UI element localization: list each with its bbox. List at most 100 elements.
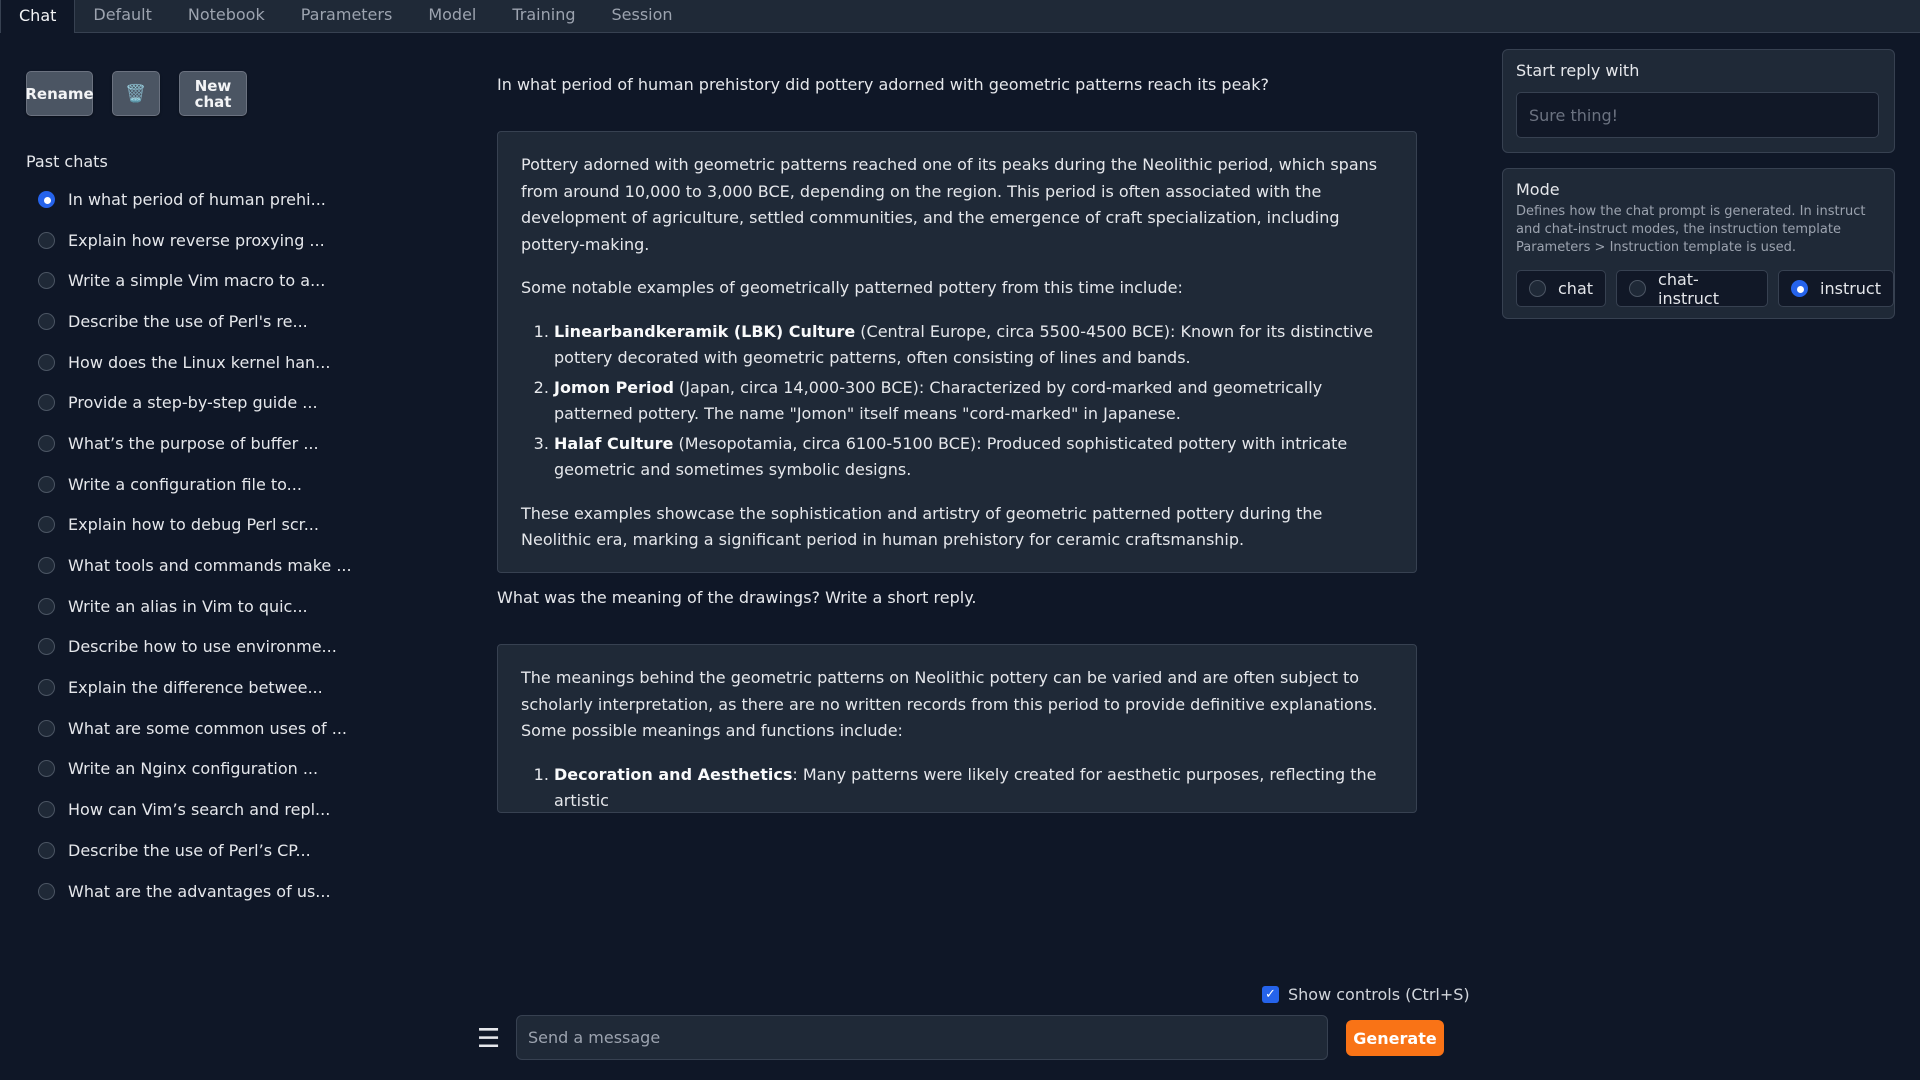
chat-item[interactable]: How does the Linux kernel han... — [38, 342, 352, 383]
mode-label: Mode — [1516, 180, 1560, 199]
chat-item[interactable]: Explain how reverse proxying ... — [38, 220, 352, 261]
start-reply-panel: Start reply with — [1502, 49, 1895, 153]
mode-option-label: chat — [1558, 279, 1594, 298]
radio-icon — [38, 557, 55, 575]
tab-session[interactable]: Session — [594, 0, 691, 32]
tab-default[interactable]: Default — [75, 0, 169, 32]
list-item: Decoration and Aesthetics: Many patterns… — [554, 762, 1394, 813]
chat-item[interactable]: What tools and commands make ... — [38, 545, 352, 586]
delete-chat-button[interactable]: 🗑️ — [112, 71, 160, 116]
new-chat-label: New chat — [195, 78, 232, 110]
chat-item[interactable]: Describe the use of Perl's re... — [38, 301, 352, 342]
mode-option-chat-instruct[interactable]: chat-instruct — [1616, 270, 1769, 308]
chat-item-label: Describe the use of Perl's re... — [68, 311, 308, 331]
radio-icon — [38, 719, 55, 737]
chat-item-label: In what period of human prehi... — [68, 189, 326, 209]
assistant-message: The meanings behind the geometric patter… — [497, 644, 1417, 813]
message-paragraph: Some notable examples of geometrically p… — [521, 278, 1183, 297]
radio-icon — [38, 312, 55, 330]
list-item-text: (Mesopotamia, circa 6100-5100 BCE): Prod… — [554, 433, 1348, 480]
list-item: Halaf Culture (Mesopotamia, circa 6100-5… — [554, 431, 1394, 484]
chat-item[interactable]: Write an Nginx configuration ... — [38, 749, 352, 790]
mode-options: chat chat-instruct instruct — [1516, 270, 1894, 308]
list-item-title: Decoration and Aesthetics — [554, 764, 793, 784]
rename-button[interactable]: Rename — [25, 71, 94, 116]
user-message: What was the meaning of the drawings? Wr… — [497, 588, 977, 607]
chat-item[interactable]: Write a configuration file to... — [38, 464, 352, 505]
chat-item[interactable]: Explain the difference betwee... — [38, 667, 352, 708]
chat-actions: Rename 🗑️ New chat — [25, 71, 247, 116]
past-chats-label: Past chats — [26, 152, 108, 171]
radio-icon — [38, 597, 55, 615]
chat-item-label: Describe the use of Perl’s CP... — [68, 840, 311, 860]
checkbox-checked-icon: ✓ — [1262, 986, 1279, 1003]
past-chats-list: In what period of human prehi... Explain… — [38, 179, 352, 911]
chat-item-label: Write an Nginx configuration ... — [68, 759, 319, 779]
chat-item-label: How can Vim’s search and repl... — [68, 800, 331, 820]
radio-icon — [38, 394, 55, 412]
radio-icon — [38, 638, 55, 656]
tab-model[interactable]: Model — [410, 0, 494, 32]
chat-item[interactable]: In what period of human prehi... — [38, 179, 352, 220]
tab-training[interactable]: Training — [494, 0, 593, 32]
message-list: Linearbandkeramik (LBK) Culture (Central… — [521, 319, 1394, 484]
tab-parameters[interactable]: Parameters — [283, 0, 411, 32]
chat-item[interactable]: Write a simple Vim macro to a... — [38, 260, 352, 301]
start-reply-input[interactable] — [1516, 92, 1879, 138]
tab-notebook[interactable]: Notebook — [170, 0, 283, 32]
message-paragraph: Pottery adorned with geometric patterns … — [521, 155, 1378, 254]
generate-button[interactable]: Generate — [1346, 1020, 1444, 1056]
chat-item[interactable]: How can Vim’s search and repl... — [38, 789, 352, 830]
radio-icon — [1629, 280, 1647, 297]
radio-icon — [38, 882, 55, 900]
message-input[interactable] — [516, 1015, 1328, 1060]
assistant-message: Pottery adorned with geometric patterns … — [497, 131, 1417, 573]
chat-item[interactable]: Describe the use of Perl’s CP... — [38, 830, 352, 871]
show-controls-label: Show controls (Ctrl+S) — [1288, 985, 1470, 1004]
mode-option-instruct[interactable]: instruct — [1778, 270, 1894, 307]
chat-item[interactable]: Explain how to debug Perl scr... — [38, 505, 352, 546]
chat-item[interactable]: What are some common uses of ... — [38, 708, 352, 749]
main-tabbar: Chat Default Notebook Parameters Model T… — [0, 0, 1920, 33]
chat-item[interactable]: Describe how to use environme... — [38, 627, 352, 668]
radio-icon — [38, 516, 55, 534]
radio-icon — [38, 760, 55, 778]
list-item-title: Halaf Culture — [554, 433, 674, 453]
chat-item-label: What are the advantages of us... — [68, 881, 331, 901]
trash-icon: 🗑️ — [125, 83, 147, 104]
radio-selected-icon — [38, 190, 55, 208]
chat-item-label: How does the Linux kernel han... — [68, 352, 331, 372]
radio-icon — [38, 679, 55, 697]
chat-item-label: Explain how reverse proxying ... — [68, 230, 325, 250]
chat-item[interactable]: Write an alias in Vim to quic... — [38, 586, 352, 627]
radio-icon — [38, 231, 55, 249]
message-paragraph: These examples showcase the sophisticati… — [521, 503, 1323, 550]
list-item: Jomon Period (Japan, circa 14,000-300 BC… — [554, 375, 1394, 428]
mode-option-chat[interactable]: chat — [1516, 270, 1607, 307]
chat-item[interactable]: What are the advantages of us... — [38, 871, 352, 912]
show-controls-toggle[interactable]: ✓ Show controls (Ctrl+S) — [1262, 985, 1470, 1004]
chat-item-label: Describe how to use environme... — [68, 637, 337, 657]
sidebar: Rename 🗑️ New chat Past chats In what per… — [0, 34, 420, 1080]
chat-item[interactable]: What’s the purpose of buffer ... — [38, 423, 352, 464]
chat-item-label: What tools and commands make ... — [68, 556, 352, 576]
chat-item-label: Explain how to debug Perl scr... — [68, 515, 319, 535]
mode-panel: Mode Defines how the chat prompt is gene… — [1502, 168, 1895, 319]
chat-item-label: What are some common uses of ... — [68, 718, 348, 738]
chat-item-label: Write an alias in Vim to quic... — [68, 596, 308, 616]
new-chat-label-line2: chat — [194, 92, 232, 111]
message-paragraph: The meanings behind the geometric patter… — [521, 668, 1378, 740]
chat-item[interactable]: Provide a step-by-step guide ... — [38, 382, 352, 423]
chat-item-label: What’s the purpose of buffer ... — [68, 433, 319, 453]
radio-selected-icon — [1791, 280, 1809, 297]
tab-chat[interactable]: Chat — [0, 0, 76, 33]
radio-icon — [38, 475, 55, 493]
chat-item-label: Provide a step-by-step guide ... — [68, 393, 318, 413]
chat-item-label: Explain the difference betwee... — [68, 678, 323, 698]
menu-icon[interactable]: ☰ — [477, 1024, 500, 1054]
radio-icon — [38, 434, 55, 452]
radio-icon — [38, 272, 55, 290]
user-message: In what period of human prehistory did p… — [497, 75, 1269, 94]
chat-item-label: Write a configuration file to... — [68, 474, 302, 494]
new-chat-button[interactable]: New chat — [179, 71, 247, 116]
